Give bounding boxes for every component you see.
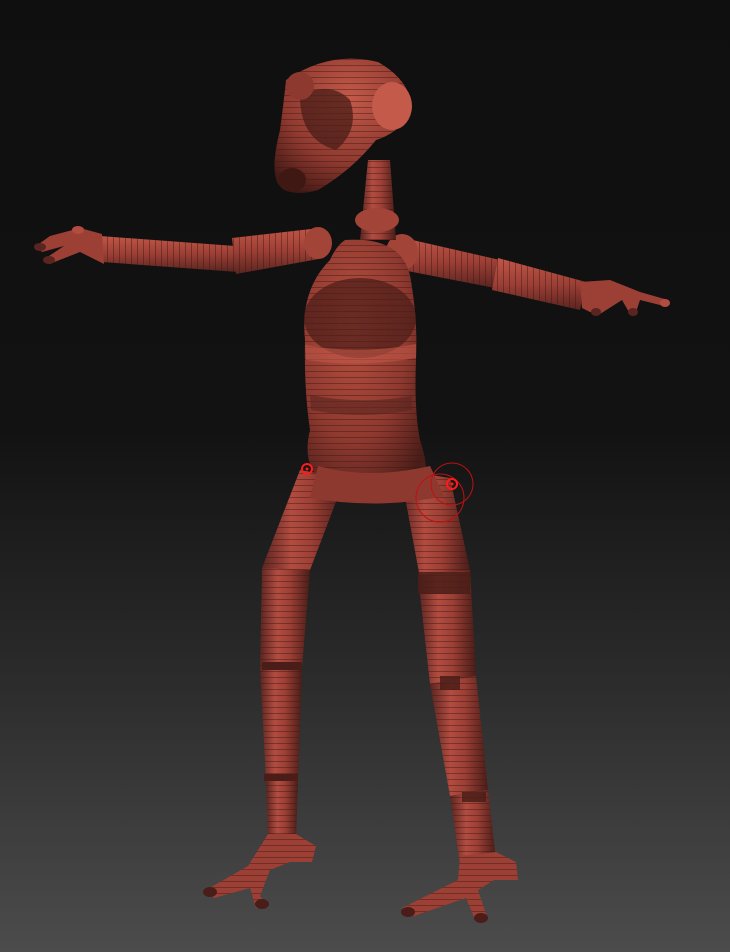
left-arm[interactable] bbox=[34, 226, 332, 274]
3d-viewport[interactable] bbox=[0, 0, 730, 952]
right-leg[interactable] bbox=[400, 470, 518, 923]
left-leg[interactable] bbox=[203, 470, 345, 909]
torso[interactable] bbox=[304, 239, 427, 493]
mannequin-model[interactable] bbox=[0, 0, 730, 952]
neck[interactable] bbox=[355, 160, 399, 240]
right-arm[interactable] bbox=[386, 234, 670, 316]
head[interactable] bbox=[274, 58, 412, 193]
